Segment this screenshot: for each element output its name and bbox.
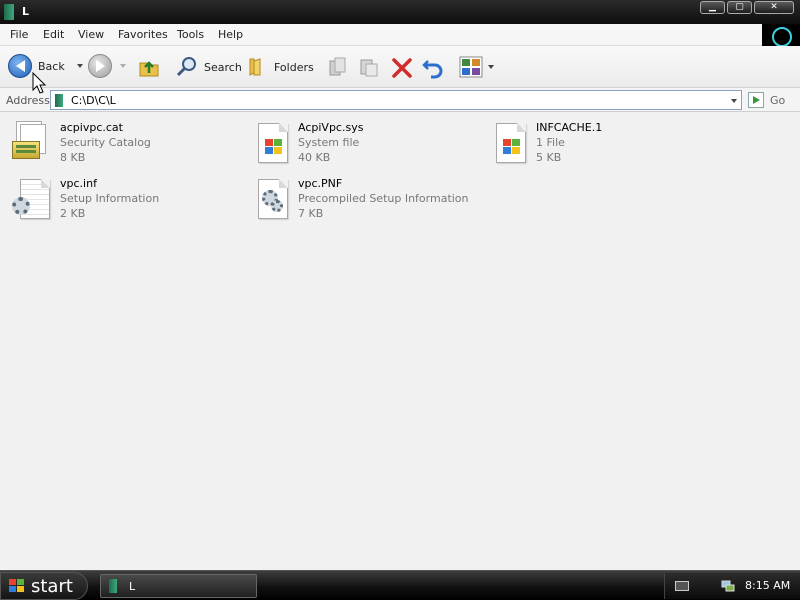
menu-favorites[interactable]: Favorites xyxy=(118,28,168,41)
address-input[interactable]: C:\D\C\L xyxy=(50,90,742,110)
delete-x-icon xyxy=(392,58,412,78)
menu-view[interactable]: View xyxy=(78,28,104,41)
folders-button[interactable]: Folders xyxy=(246,55,314,79)
keyboard-icon[interactable] xyxy=(675,581,689,591)
file-size: 7 KB xyxy=(298,207,324,220)
menu-help[interactable]: Help xyxy=(218,28,243,41)
system-file-icon xyxy=(248,119,290,167)
file-type: Precompiled Setup Information xyxy=(298,192,469,205)
search-label: Search xyxy=(204,60,242,74)
file-name: AcpiVpc.sys xyxy=(298,121,364,134)
file-size: 2 KB xyxy=(60,207,86,220)
file-type: 1 File xyxy=(536,136,565,149)
forward-arrow-icon xyxy=(88,54,112,78)
security-catalog-icon xyxy=(10,119,52,167)
go-button[interactable]: Go xyxy=(748,92,785,108)
taskbar: start L 8:15 AM xyxy=(0,570,800,600)
file-item[interactable]: acpivpc.cat Security Catalog 8 KB xyxy=(4,119,234,171)
file-name: vpc.PNF xyxy=(298,177,343,190)
copy-to-button[interactable] xyxy=(358,55,380,79)
back-dropdown-icon[interactable] xyxy=(76,64,83,68)
forward-button[interactable] xyxy=(88,54,126,78)
network-icon[interactable] xyxy=(721,579,735,593)
go-label: Go xyxy=(770,93,786,107)
taskbar-window-label: L xyxy=(129,579,136,593)
close-button[interactable]: ✕ xyxy=(754,1,794,14)
file-size: 5 KB xyxy=(536,151,562,164)
address-value: C:\D\C\L xyxy=(71,94,116,107)
delete-button[interactable] xyxy=(390,55,414,79)
forward-dropdown-icon[interactable] xyxy=(120,64,126,68)
menu-bar: File Edit View Favorites Tools Help xyxy=(0,24,800,47)
file-size: 8 KB xyxy=(60,151,86,164)
back-label: Back xyxy=(38,59,65,73)
generic-file-icon xyxy=(486,119,528,167)
precompiled-setup-icon xyxy=(248,175,290,223)
taskbar-window-button[interactable]: L xyxy=(100,574,257,598)
address-bar: Address C:\D\C\L Go xyxy=(0,88,800,112)
start-label: start xyxy=(31,575,73,597)
minimize-button[interactable]: ▁ xyxy=(700,1,725,14)
mouse-cursor-icon xyxy=(32,72,47,94)
clock[interactable]: 8:15 AM xyxy=(745,579,790,592)
start-button[interactable]: start xyxy=(0,572,88,600)
folders-label: Folders xyxy=(274,60,314,74)
folder-icon xyxy=(55,94,63,107)
move-to-button[interactable] xyxy=(326,55,348,79)
menu-tools[interactable]: Tools xyxy=(177,28,204,41)
search-button[interactable]: Search xyxy=(175,55,242,79)
folders-icon xyxy=(249,58,261,76)
menu-edit[interactable]: Edit xyxy=(43,28,64,41)
window-title: L xyxy=(22,5,30,18)
file-type: System file xyxy=(298,136,360,149)
window-controls: ▁ ▢ ✕ xyxy=(700,1,794,14)
up-folder-button[interactable] xyxy=(137,55,161,79)
file-type: Setup Information xyxy=(60,192,160,205)
windows-brand-logo xyxy=(762,24,800,47)
file-size: 40 KB xyxy=(298,151,331,164)
views-icon xyxy=(459,56,483,78)
system-tray: 8:15 AM xyxy=(664,573,800,599)
search-icon xyxy=(176,57,196,77)
menu-file[interactable]: File xyxy=(10,28,28,41)
file-name: acpivpc.cat xyxy=(60,121,123,134)
setup-information-icon xyxy=(10,175,52,223)
views-button[interactable] xyxy=(458,55,494,79)
back-arrow-icon xyxy=(8,54,32,78)
folder-icon xyxy=(109,579,117,593)
file-name: vpc.inf xyxy=(60,177,97,190)
copy-to-icon xyxy=(360,59,378,77)
file-name: INFCACHE.1 xyxy=(536,121,603,134)
windows-flag-icon xyxy=(9,579,25,593)
file-item[interactable]: vpc.PNF Precompiled Setup Information 7 … xyxy=(242,175,472,227)
file-item[interactable]: AcpiVpc.sys System file 40 KB xyxy=(242,119,472,171)
title-bar: L ▁ ▢ ✕ xyxy=(0,0,800,24)
folder-app-icon xyxy=(4,4,14,20)
file-type: Security Catalog xyxy=(60,136,151,149)
toolbar: Back Search Folders xyxy=(0,46,800,88)
address-dropdown-icon[interactable] xyxy=(731,99,737,103)
file-item[interactable]: INFCACHE.1 1 File 5 KB xyxy=(480,119,710,171)
file-list: acpivpc.cat Security Catalog 8 KB AcpiVp… xyxy=(0,113,800,570)
up-folder-icon xyxy=(139,61,159,77)
go-arrow-icon xyxy=(748,92,764,108)
undo-button[interactable] xyxy=(421,55,445,79)
undo-icon xyxy=(422,60,443,79)
views-dropdown-icon[interactable] xyxy=(488,65,494,69)
maximize-button[interactable]: ▢ xyxy=(727,1,752,14)
move-to-icon xyxy=(329,57,346,76)
file-item[interactable]: vpc.inf Setup Information 2 KB xyxy=(4,175,234,227)
